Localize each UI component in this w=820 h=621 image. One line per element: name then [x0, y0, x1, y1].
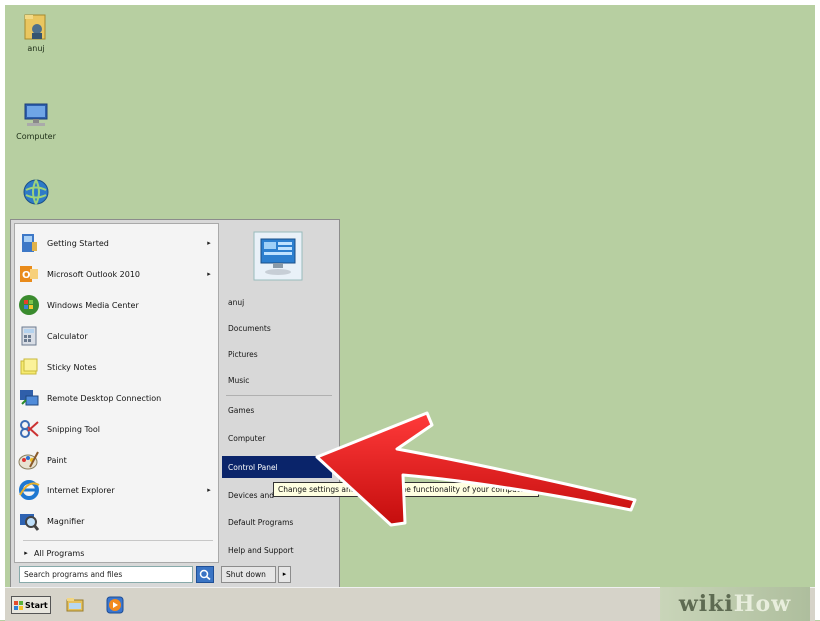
program-magnifier[interactable]: Magnifier	[18, 507, 214, 535]
svg-text:O: O	[22, 270, 31, 281]
program-paint[interactable]: Paint	[18, 446, 214, 474]
all-programs-button[interactable]: ▸ All Programs	[18, 545, 214, 561]
network-globe-icon	[21, 177, 51, 207]
program-label: Calculator	[47, 331, 88, 341]
start-button-label: Start	[25, 600, 48, 610]
program-label: Sticky Notes	[47, 362, 97, 372]
program-label: Remote Desktop Connection	[47, 393, 162, 403]
places-item-music[interactable]: Music	[222, 369, 332, 391]
program-microsoft-outlook[interactable]: O Microsoft Outlook 2010 ▸	[18, 260, 214, 288]
shutdown-options-arrow-icon[interactable]: ▸	[278, 566, 291, 583]
desktop-icon-computer[interactable]: Computer	[6, 99, 66, 141]
program-remote-desktop[interactable]: Remote Desktop Connection	[18, 384, 214, 412]
program-getting-started[interactable]: Getting Started ▸	[18, 229, 214, 257]
calculator-icon	[18, 325, 40, 347]
all-programs-arrow-icon: ▸	[24, 549, 28, 557]
program-label: Getting Started	[47, 238, 109, 248]
explorer-folder-icon[interactable]	[65, 595, 85, 615]
program-label: Snipping Tool	[47, 424, 100, 434]
program-sticky-notes[interactable]: Sticky Notes	[18, 353, 214, 381]
internet-explorer-icon	[18, 479, 40, 501]
wikihow-watermark: wiki How	[660, 587, 810, 621]
remote-desktop-icon	[18, 387, 40, 409]
places-item-help-and-support[interactable]: Help and Support	[222, 539, 332, 561]
user-folder-icon	[21, 11, 51, 41]
program-windows-media-center[interactable]: Windows Media Center	[18, 291, 214, 319]
places-item-user[interactable]: anuj	[222, 291, 332, 313]
watermark-wiki: wiki	[678, 591, 734, 617]
user-picture-icon	[253, 231, 303, 281]
shutdown-button[interactable]: Shut down	[221, 566, 276, 583]
submenu-arrow-icon[interactable]: ▸	[204, 486, 214, 494]
watermark-how: How	[733, 591, 792, 617]
paint-icon	[18, 449, 40, 471]
desktop: anuj Computer Getting Started ▸ O Micros…	[5, 5, 815, 587]
program-calculator[interactable]: Calculator	[18, 322, 214, 350]
search-icon[interactable]	[196, 566, 214, 583]
taskbar: Start wiki How	[5, 587, 815, 621]
start-button[interactable]: Start	[11, 596, 51, 614]
desktop-icon-user-folder[interactable]: anuj	[6, 11, 66, 53]
program-label: Internet Explorer	[47, 485, 115, 495]
search-input[interactable]: Search programs and files	[19, 566, 193, 583]
snipping-tool-icon	[18, 418, 40, 440]
program-label: Magnifier	[47, 516, 85, 526]
program-snipping-tool[interactable]: Snipping Tool	[18, 415, 214, 443]
programs-separator	[23, 540, 213, 541]
start-menu-programs-panel: Getting Started ▸ O Microsoft Outlook 20…	[14, 223, 219, 563]
computer-icon	[21, 99, 51, 129]
getting-started-icon	[18, 232, 40, 254]
program-label: Windows Media Center	[47, 300, 139, 310]
outlook-icon: O	[18, 263, 40, 285]
media-center-icon	[18, 294, 40, 316]
places-separator	[226, 395, 332, 396]
magnifier-icon	[18, 510, 40, 532]
desktop-icon-label: Computer	[16, 132, 56, 141]
program-label: Microsoft Outlook 2010	[47, 269, 140, 279]
sticky-notes-icon	[18, 356, 40, 378]
places-item-documents[interactable]: Documents	[222, 317, 332, 339]
start-menu: Getting Started ▸ O Microsoft Outlook 20…	[10, 219, 340, 587]
submenu-arrow-icon[interactable]: ▸	[204, 239, 214, 247]
media-player-icon[interactable]	[105, 595, 125, 615]
program-label: Paint	[47, 455, 67, 465]
desktop-icon-network[interactable]	[6, 177, 66, 207]
submenu-arrow-icon[interactable]: ▸	[204, 270, 214, 278]
all-programs-label: All Programs	[34, 548, 85, 558]
program-internet-explorer[interactable]: Internet Explorer ▸	[18, 476, 214, 504]
red-pointer-arrow-icon	[315, 411, 637, 527]
desktop-icon-label: anuj	[27, 44, 45, 53]
windows-flag-icon	[14, 600, 23, 610]
places-item-pictures[interactable]: Pictures	[222, 343, 332, 365]
